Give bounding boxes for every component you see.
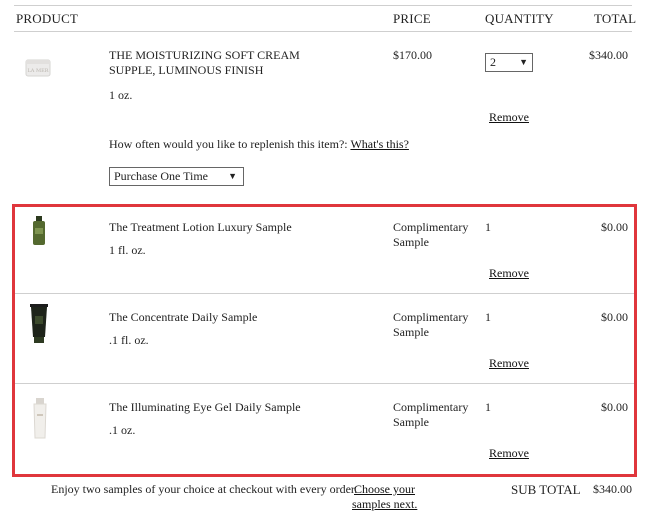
line-total: $0.00	[601, 220, 628, 234]
product-image-concentrate-tube[interactable]	[29, 304, 49, 344]
price-sample: Sample	[393, 415, 429, 429]
quantity-value: 1	[485, 400, 491, 414]
replenish-frequency-select[interactable]: Purchase One Time ▼	[109, 167, 244, 186]
product-name[interactable]: The Treatment Lotion Luxury Sample	[109, 220, 292, 235]
product-name[interactable]: The Concentrate Daily Sample	[109, 310, 257, 325]
quantity-select[interactable]: 2 ▼	[485, 53, 533, 72]
choose-samples-link-line2[interactable]: samples next.	[352, 497, 417, 512]
remove-link[interactable]: Remove	[489, 110, 529, 125]
subtotal-label: SUB TOTAL	[511, 482, 581, 497]
replenish-prompt: How often would you like to replenish th…	[109, 137, 409, 152]
column-header-product: PRODUCT	[16, 11, 79, 26]
remove-link[interactable]: Remove	[489, 446, 529, 461]
product-name-line1[interactable]: THE MOISTURIZING SOFT CREAM	[109, 48, 300, 63]
product-image-lotion-bottle[interactable]	[31, 216, 47, 246]
product-size: 1 oz.	[109, 88, 133, 102]
remove-link[interactable]: Remove	[489, 266, 529, 281]
row-divider	[15, 293, 634, 294]
price-complimentary: Complimentary	[393, 220, 469, 234]
column-header-total: TOTAL	[594, 11, 637, 26]
line-total: $340.00	[589, 48, 628, 62]
product-size: .1 fl. oz.	[109, 333, 149, 347]
svg-text:LA MER: LA MER	[27, 68, 48, 74]
column-header-price: PRICE	[393, 11, 431, 26]
choose-samples-link-line1[interactable]: Choose your	[354, 482, 415, 497]
subtotal-value: $340.00	[593, 482, 632, 496]
price-sample: Sample	[393, 325, 429, 339]
product-name-line2[interactable]: SUPPLE, LUMINOUS FINISH	[109, 63, 263, 78]
quantity-value: 1	[485, 310, 491, 324]
chevron-down-icon: ▼	[519, 57, 528, 67]
replenish-prompt-text: How often would you like to replenish th…	[109, 137, 348, 151]
product-image-eye-gel-tube[interactable]	[32, 398, 48, 440]
price-sample: Sample	[393, 235, 429, 249]
column-header-quantity: QUANTITY	[485, 11, 554, 26]
replenish-select-value: Purchase One Time	[114, 169, 208, 183]
product-name[interactable]: The Illuminating Eye Gel Daily Sample	[109, 400, 301, 415]
header-top-divider	[14, 5, 632, 6]
header-bottom-divider	[14, 31, 632, 32]
chevron-down-icon: ▼	[228, 171, 237, 181]
product-size: 1 fl. oz.	[109, 243, 146, 257]
samples-promo-text: Enjoy two samples of your choice at chec…	[51, 482, 358, 496]
samples-highlight-box	[12, 204, 637, 477]
line-total: $0.00	[601, 310, 628, 324]
row-divider	[15, 383, 634, 384]
quantity-select-value: 2	[490, 55, 496, 69]
price-complimentary: Complimentary	[393, 400, 469, 414]
product-image-cream-jar[interactable]: LA MER	[25, 55, 51, 81]
line-total: $0.00	[601, 400, 628, 414]
whats-this-link[interactable]: What's this?	[350, 137, 408, 151]
product-size: .1 oz.	[109, 423, 136, 437]
price-complimentary: Complimentary	[393, 310, 469, 324]
product-price: $170.00	[393, 48, 432, 62]
remove-link[interactable]: Remove	[489, 356, 529, 371]
quantity-value: 1	[485, 220, 491, 234]
